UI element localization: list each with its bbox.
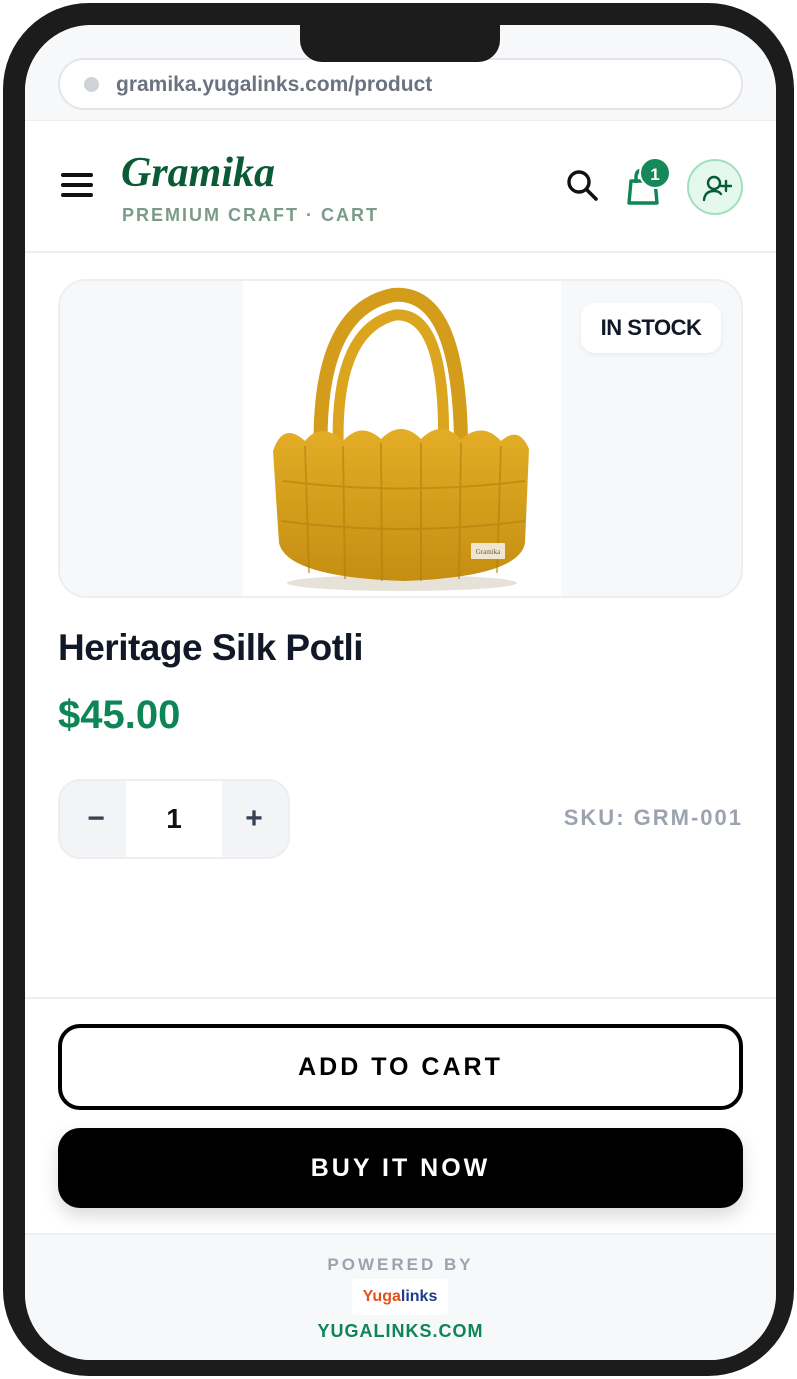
logo-part-links: links [400, 1288, 438, 1305]
brand-logo[interactable]: Gramika [121, 149, 275, 197]
quantity-input[interactable]: 1 [126, 781, 222, 857]
footer: POWERED BY Yugalinks YUGALINKS.COM [25, 1233, 776, 1360]
site-header: Gramika PREMIUM CRAFT · CART 1 [25, 121, 776, 253]
url-text[interactable]: gramika.yugalinks.com/product [116, 73, 432, 97]
product-title: Heritage Silk Potli [58, 627, 364, 668]
search-icon[interactable] [565, 168, 599, 202]
cart-count-badge: 1 [639, 157, 671, 189]
product-price: $45.00 [58, 693, 181, 737]
address-bar[interactable]: gramika.yugalinks.com/product [58, 58, 743, 110]
stock-badge: IN STOCK [581, 303, 721, 353]
logo-part-yuga: Yuga [362, 1288, 401, 1305]
product-sku: SKU: GRM-001 [563, 805, 743, 830]
decrease-quantity-button[interactable]: − [64, 781, 128, 857]
footer-domain-link[interactable]: YUGALINKS.COM [25, 1321, 776, 1342]
product-image-card: Gramika IN STOCK [58, 279, 743, 598]
powered-by-label: POWERED BY [327, 1255, 474, 1274]
basket-tag-text: Gramika [476, 548, 501, 556]
brand-tagline: PREMIUM CRAFT · CART [122, 205, 379, 225]
screen: gramika.yugalinks.com/product Gramika PR… [25, 25, 776, 1360]
increase-quantity-button[interactable]: + [222, 781, 286, 857]
yugalinks-logo[interactable]: Yugalinks [352, 1279, 448, 1315]
phone-notch [300, 25, 500, 62]
menu-icon[interactable] [61, 173, 93, 197]
buy-now-button[interactable]: BUY IT NOW [58, 1128, 743, 1208]
basket-illustration: Gramika [273, 287, 529, 591]
phone-frame: gramika.yugalinks.com/product Gramika PR… [3, 3, 794, 1376]
account-button[interactable] [687, 159, 743, 215]
site-status-icon [84, 77, 99, 92]
add-user-icon [702, 175, 732, 202]
product-image[interactable]: Gramika [243, 281, 561, 596]
quantity-stepper: − 1 + [58, 779, 290, 859]
add-to-cart-button[interactable]: ADD TO CART [58, 1024, 743, 1110]
